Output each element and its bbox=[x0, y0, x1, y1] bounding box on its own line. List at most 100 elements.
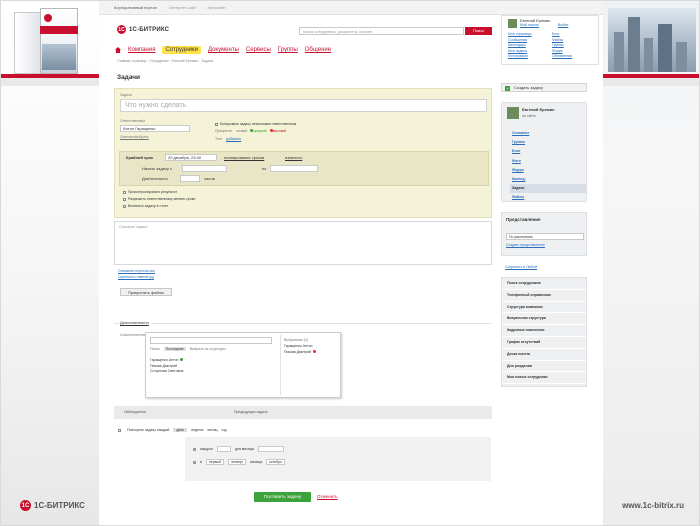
priority-high[interactable]: высокий bbox=[273, 129, 287, 133]
file-link[interactable]: Скриншот-главной.jpg bbox=[118, 275, 155, 281]
plus-icon: + bbox=[505, 85, 510, 91]
picker-tab-recent[interactable]: Последние bbox=[163, 347, 186, 351]
profile-menu-item[interactable]: Календ. bbox=[510, 175, 586, 184]
quick-link[interactable]: Доска почета bbox=[502, 349, 586, 361]
top-link-portal[interactable]: Корпоративный портал bbox=[114, 5, 157, 10]
logout-link[interactable]: Выйти bbox=[558, 23, 568, 27]
profile-card: Евгений Еремин на сайте Основное Группы … bbox=[501, 102, 587, 202]
extra-toggle[interactable]: Дополнительно bbox=[120, 320, 152, 325]
profile-menu-item[interactable]: Группы bbox=[510, 138, 586, 147]
cancel-link[interactable]: Отменить bbox=[317, 494, 338, 499]
submit-task-button[interactable]: Поставить задачу bbox=[254, 492, 311, 502]
plan-deadlines-link[interactable]: планирование сроков bbox=[224, 155, 264, 160]
copy-checkbox[interactable] bbox=[215, 122, 218, 126]
profile-menu-item[interactable]: Форум bbox=[510, 166, 586, 175]
month-select-1[interactable] bbox=[257, 446, 284, 452]
user-link[interactable]: Фотографии bbox=[508, 54, 531, 60]
quick-link[interactable]: Телефонный справочник bbox=[502, 290, 586, 302]
priority-mid[interactable]: средний bbox=[253, 129, 266, 133]
remove-icon[interactable] bbox=[312, 350, 316, 353]
top-link-site[interactable]: Интернет-сайт bbox=[169, 5, 196, 10]
report-checkbox[interactable] bbox=[123, 204, 126, 208]
list-item[interactable]: Сотцегова Светлана bbox=[150, 369, 183, 375]
quick-link[interactable]: График отсутствий bbox=[502, 337, 586, 349]
control-checkbox[interactable] bbox=[123, 190, 126, 194]
profile-menu-item[interactable]: Блог bbox=[510, 147, 586, 156]
month-select-2[interactable]: октябрь bbox=[266, 459, 285, 465]
nav-item-employees[interactable]: Сотрудники bbox=[162, 46, 201, 54]
quick-link[interactable]: Структура компании bbox=[502, 302, 586, 314]
checkbox-row-change-deadline[interactable]: Разрешить ответственному менять сроки bbox=[123, 197, 195, 201]
quick-link[interactable]: Дни рождения bbox=[502, 361, 586, 373]
profile-name[interactable]: Евгений Еремин bbox=[522, 107, 555, 112]
profile-menu-item-current[interactable]: Задачи bbox=[510, 184, 586, 194]
home-icon[interactable] bbox=[115, 47, 121, 53]
tags-add-link[interactable]: добавить bbox=[226, 137, 241, 141]
quick-link[interactable]: Поиск сотрудников bbox=[502, 278, 586, 290]
create-task-button[interactable]: + Создать задачу bbox=[501, 83, 587, 92]
repeat-unit-year[interactable]: год bbox=[221, 428, 226, 432]
profile-menu-item[interactable]: Основное bbox=[510, 129, 586, 138]
observers-link[interactable]: Наблюдатели bbox=[124, 410, 146, 414]
priority-low[interactable]: низкий bbox=[236, 129, 247, 133]
repeat-radio-1[interactable] bbox=[193, 447, 196, 451]
nav-item-services[interactable]: Сервисы bbox=[246, 47, 271, 53]
change-deadline-link[interactable]: изменить bbox=[285, 155, 302, 160]
responsible-change-link[interactable]: Сменить/выбрать bbox=[120, 135, 149, 139]
duration-label: Длительность bbox=[142, 176, 168, 181]
repeat-row1-label: каждого bbox=[200, 447, 214, 451]
profile-menu-item[interactable]: Фото bbox=[510, 157, 586, 166]
duration-input[interactable] bbox=[180, 175, 200, 182]
task-title-input[interactable]: Что нужно сделать bbox=[120, 99, 487, 112]
quick-link[interactable]: Визуальная структура bbox=[502, 313, 586, 326]
my-portal-link[interactable]: Мой портал bbox=[520, 23, 539, 27]
repeat-unit-month[interactable]: месяц bbox=[207, 428, 217, 432]
weekday-select[interactable]: четверг bbox=[227, 459, 247, 465]
copy-checkbox-row[interactable]: Копировать задачу нескольким ответственн… bbox=[215, 122, 296, 126]
profile-status: на сайте bbox=[522, 114, 537, 118]
repeat-radio-2[interactable] bbox=[193, 460, 196, 464]
deadline-input[interactable]: 29 декабря, 23:40 bbox=[165, 154, 217, 161]
repeat-unit-week[interactable]: неделю bbox=[191, 428, 203, 432]
picker-tab-structure[interactable]: Выбрать из структуры bbox=[190, 347, 226, 351]
avatar[interactable] bbox=[508, 19, 517, 28]
nav-item-company[interactable]: Компания bbox=[128, 47, 155, 53]
quick-link[interactable]: Кадровые изменения bbox=[502, 325, 586, 337]
picker-selected-list: Выбранные (2) Гаращенко Антон Пикова Дми… bbox=[284, 337, 316, 355]
nav-item-communication[interactable]: Общение bbox=[305, 47, 331, 53]
presentation-select[interactable]: По умолчанию bbox=[506, 233, 584, 240]
description-editor[interactable]: Описание задачи bbox=[114, 221, 492, 265]
search-input[interactable]: поиск сотрудника, документа, прочее bbox=[299, 27, 464, 35]
top-link-extranet[interactable]: Экстранет bbox=[207, 5, 226, 10]
site-logo[interactable]: 1С 1С-БИТРИКС bbox=[117, 25, 169, 34]
repeat-unit-day[interactable]: день bbox=[173, 428, 188, 432]
day-select[interactable] bbox=[217, 446, 232, 452]
user-link[interactable]: Обновления bbox=[552, 54, 572, 60]
repeat-checkbox[interactable] bbox=[118, 428, 121, 432]
responsible-select[interactable]: Антон Гаращенко bbox=[120, 125, 190, 132]
file-link[interactable]: Описание-портала.doc bbox=[118, 269, 155, 275]
picker-tab-search[interactable]: Поиск bbox=[150, 347, 160, 351]
create-presentation-link[interactable]: Создать представление bbox=[506, 243, 545, 247]
ordinal-select[interactable]: первый bbox=[205, 459, 224, 465]
task-form: Задача Что нужно сделать Ответственный А… bbox=[114, 88, 492, 218]
change-deadline-checkbox[interactable] bbox=[123, 197, 126, 201]
picker-user-row[interactable]: Гаращенко Антон bbox=[150, 358, 184, 364]
previous-task-link[interactable]: Предыдущая задача bbox=[234, 410, 268, 414]
picker-search-input[interactable] bbox=[150, 337, 272, 344]
user-link[interactable]: Мои страницы bbox=[508, 32, 531, 38]
save-filter-link[interactable]: Сохранить в Любой bbox=[505, 265, 537, 269]
avatar[interactable] bbox=[507, 107, 519, 119]
end-input[interactable] bbox=[270, 165, 318, 172]
start-input[interactable] bbox=[182, 165, 227, 172]
quick-link[interactable]: Мои новые сотрудники bbox=[502, 372, 586, 385]
checkbox-row-report[interactable]: Включить задачу в отчет bbox=[123, 204, 168, 208]
attach-files-button[interactable]: Прикрепить файлы bbox=[120, 288, 172, 296]
nav-item-groups[interactable]: Группы bbox=[278, 47, 298, 53]
priority-label: Приоритет bbox=[215, 129, 233, 133]
search-button[interactable]: Поиск bbox=[465, 27, 492, 35]
checkbox-row-control[interactable]: Проконтролировать результат bbox=[123, 190, 177, 194]
nav-item-documents[interactable]: Документы bbox=[208, 47, 239, 53]
duration-unit: часов bbox=[204, 176, 215, 181]
profile-menu-item[interactable]: Файлы bbox=[510, 193, 586, 202]
